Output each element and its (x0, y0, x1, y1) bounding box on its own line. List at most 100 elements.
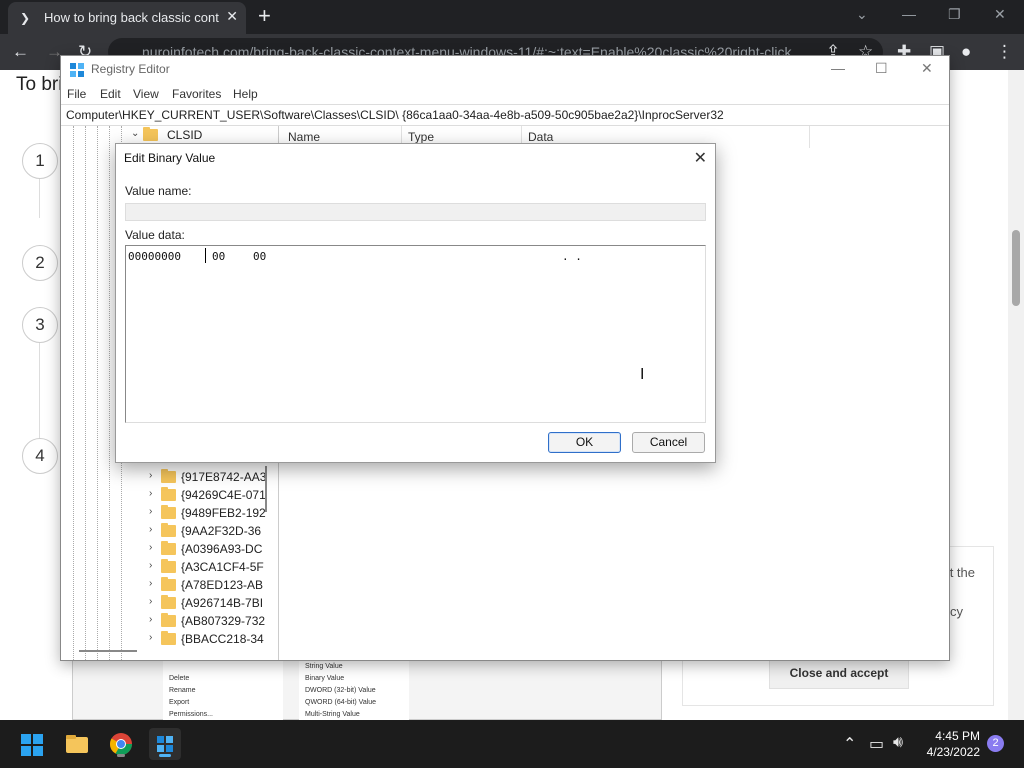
regedit-maximize-icon[interactable]: ☐ (875, 60, 888, 77)
edit-binary-value-dialog: Edit Binary Value ✕ Value name: Value da… (115, 143, 716, 463)
regedit-close-icon[interactable]: ✕ (921, 60, 933, 77)
chevron-right-icon[interactable]: › (149, 632, 152, 643)
registry-editor-taskbar-button[interactable] (149, 728, 181, 760)
screenshot-submenu-item: DWORD (32-bit) Value (305, 687, 376, 694)
restore-icon[interactable]: ❐ (948, 6, 961, 23)
screenshot-submenu-item: Binary Value (305, 675, 345, 682)
folder-icon (161, 577, 176, 591)
column-header-name[interactable]: Name (288, 130, 320, 144)
tree-guide (97, 126, 98, 660)
tree-node[interactable]: › {A3CA1CF4-5F (149, 559, 269, 577)
tree-node[interactable]: › {A78ED123-AB (149, 577, 269, 595)
registry-menu-bar: File Edit View Favorites Help (61, 84, 949, 104)
tree-node[interactable]: › {BBACC218-34 (149, 631, 269, 649)
chevron-right-icon[interactable]: › (149, 524, 152, 535)
column-header-type[interactable]: Type (408, 130, 434, 144)
windows-logo-icon (21, 746, 31, 756)
tree-guide (73, 126, 74, 660)
registry-editor-icon (70, 63, 84, 77)
chevron-right-icon[interactable]: › (149, 542, 152, 553)
tree-node[interactable]: › {AB807329-732 (149, 613, 269, 631)
start-button[interactable] (21, 734, 43, 756)
file-explorer-button[interactable] (61, 728, 93, 760)
screenshot-menu-item: Delete (169, 675, 190, 682)
menu-file[interactable]: File (67, 87, 86, 101)
tree-horizontal-scrollbar[interactable] (79, 650, 137, 652)
show-hidden-icons-icon[interactable]: ⌃ (843, 734, 856, 754)
menu-edit[interactable]: Edit (100, 87, 121, 101)
chrome-button[interactable] (105, 728, 137, 760)
screenshot-context-menu: Delete Rename Export Permissions... (163, 661, 283, 720)
tree-node[interactable]: › {A0396A93-DC (149, 541, 269, 559)
volume-icon[interactable]: 🔊︎ (893, 734, 903, 752)
tree-node[interactable]: › {A926714B-7BI (149, 595, 269, 613)
chevron-down-icon[interactable]: ⌄ (131, 128, 139, 139)
value-data-editor[interactable]: 00000000 00 00 . . (125, 245, 706, 423)
chevron-right-icon[interactable]: › (149, 488, 152, 499)
hex-offset: 00000000 (128, 250, 181, 263)
system-clock[interactable]: 4:45 PM 4/23/2022 (916, 728, 980, 760)
tree-node[interactable]: › {9489FEB2-192 (149, 505, 269, 523)
article-screenshot: Delete Rename Export Permissions... Stri… (72, 660, 662, 720)
network-icon[interactable]: ▭ (869, 734, 884, 754)
folder-icon (161, 523, 176, 537)
value-name-label: Value name: (125, 184, 192, 198)
page-scrollbar[interactable] (1008, 70, 1024, 720)
step-number-3: 3 (22, 307, 58, 343)
hex-byte[interactable]: 00 (212, 250, 225, 263)
step-connector (39, 342, 40, 442)
chevron-right-icon[interactable]: › (149, 470, 152, 481)
tree-node[interactable]: › {917E8742-AA3 (149, 469, 269, 487)
chevron-right-icon[interactable]: › (149, 578, 152, 589)
registry-address-bar[interactable]: Computer\HKEY_CURRENT_USER\Software\Clas… (61, 104, 949, 126)
value-data-label: Value data: (125, 228, 185, 242)
folder-icon (161, 505, 176, 519)
regedit-minimize-icon[interactable]: — (831, 60, 845, 76)
tab-search-icon[interactable]: ⌄ (856, 6, 868, 23)
chevron-right-icon[interactable]: › (149, 560, 152, 571)
text-cursor-icon: I (640, 366, 645, 383)
folder-icon (66, 735, 88, 753)
new-tab-icon[interactable]: + (258, 4, 271, 28)
dialog-close-icon[interactable]: ✕ (694, 148, 707, 168)
folder-icon (161, 541, 176, 555)
tree-node[interactable]: › {9AA2F32D-36 (149, 523, 269, 541)
hex-byte[interactable]: 00 (253, 250, 266, 263)
chevron-right-icon[interactable]: › (149, 506, 152, 517)
browser-menu-icon[interactable]: ⋮ (996, 42, 1013, 62)
site-favicon-icon: ❯ (20, 11, 31, 25)
notification-badge[interactable]: 2 (987, 735, 1004, 752)
minimize-icon[interactable]: — (902, 6, 916, 22)
cancel-button[interactable]: Cancel (632, 432, 705, 453)
menu-favorites[interactable]: Favorites (172, 87, 221, 101)
menu-view[interactable]: View (133, 87, 159, 101)
close-and-accept-button[interactable]: Close and accept (769, 657, 909, 689)
tree-vertical-scrollbar[interactable] (265, 466, 267, 512)
folder-icon (161, 595, 176, 609)
column-header-data[interactable]: Data (528, 130, 553, 144)
screenshot-submenu-item: String Value (305, 663, 343, 670)
tree-node[interactable]: › {94269C4E-071 (149, 487, 269, 505)
clock-time: 4:45 PM (935, 729, 980, 743)
page-scrollbar-thumb[interactable] (1012, 230, 1020, 306)
screenshot-menu-item: Rename (169, 687, 196, 694)
dialog-title: Edit Binary Value (124, 151, 216, 165)
windows-logo-icon (21, 734, 31, 744)
menu-help[interactable]: Help (233, 87, 258, 101)
value-name-field[interactable] (125, 203, 706, 221)
tab-title: How to bring back classic contex (44, 10, 219, 25)
back-icon[interactable]: ← (12, 42, 29, 62)
ok-button[interactable]: OK (548, 432, 621, 453)
registry-editor-titlebar[interactable]: Registry Editor — ☐ ✕ (61, 56, 949, 84)
window-close-icon[interactable]: ✕ (994, 6, 1006, 23)
folder-icon (143, 127, 158, 141)
chevron-right-icon[interactable]: › (149, 614, 152, 625)
folder-icon (161, 487, 176, 501)
screenshot-menu-item: Permissions... (169, 711, 213, 718)
screenshot-submenu-item: Multi-String Value (305, 711, 360, 718)
column-divider[interactable] (809, 126, 810, 148)
chevron-right-icon[interactable]: › (149, 596, 152, 607)
tab-close-icon[interactable]: ✕ (226, 8, 238, 25)
browser-tab[interactable]: ❯ How to bring back classic contex ✕ (8, 2, 246, 34)
profile-icon[interactable]: ● (961, 42, 971, 62)
